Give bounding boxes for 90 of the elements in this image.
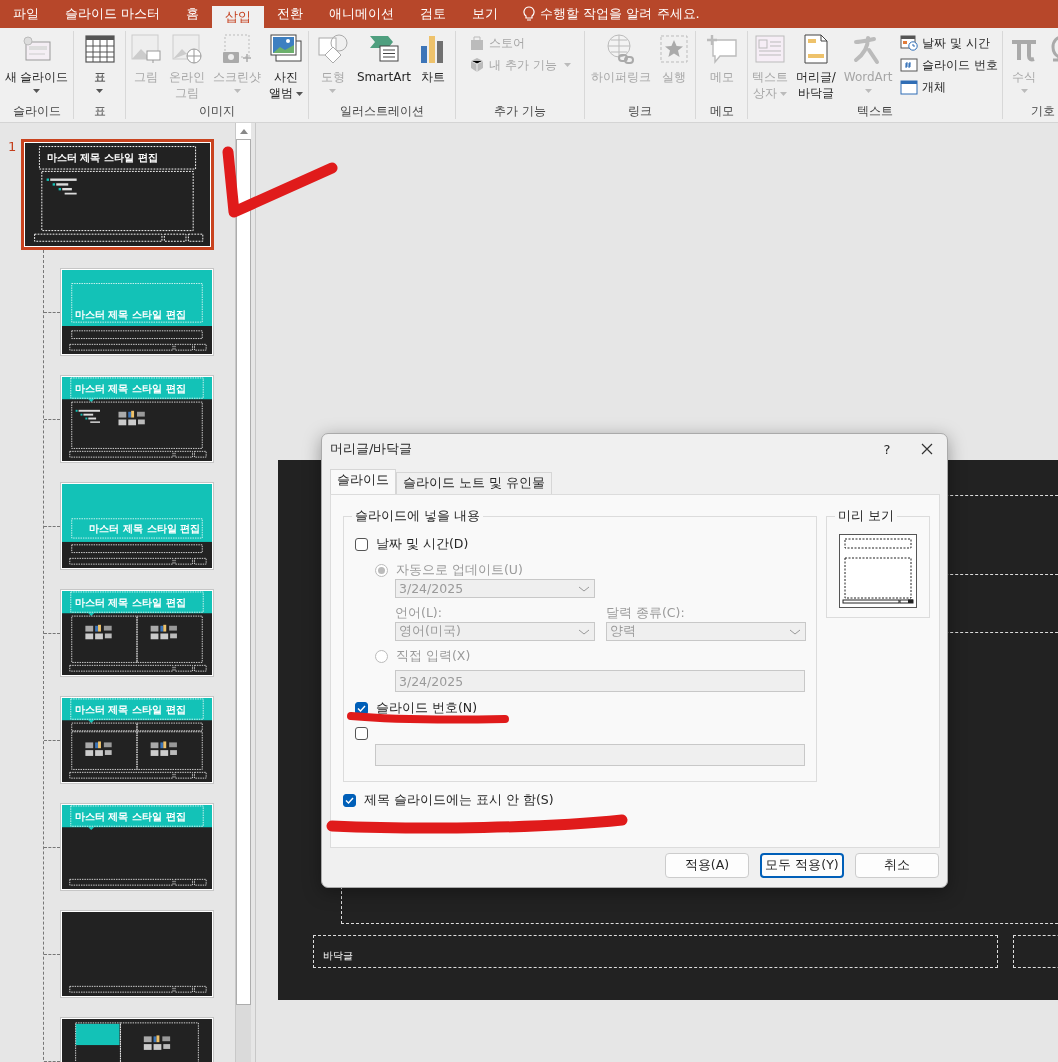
- footer-text: 바닥글: [323, 949, 353, 963]
- ribbon-tab[interactable]: 파일: [0, 0, 52, 28]
- checkbox-label: 슬라이드 번호(N): [376, 699, 478, 717]
- picture-icons-drawing: [85, 741, 112, 756]
- radio-button[interactable]: [375, 563, 388, 577]
- group-label: 추가 기능: [493, 103, 547, 119]
- ribbon-tab[interactable]: 검토: [407, 0, 460, 28]
- group-label: 메모: [708, 103, 735, 119]
- table-icon: [84, 33, 115, 65]
- thumbnail-title: 마스터 제목 스타일 편집: [74, 811, 186, 823]
- thumbnail-title: 마스터 제목 스타일 편집: [74, 704, 186, 716]
- checkbox-label: 날짜 및 시간(D): [376, 535, 469, 553]
- window-icon: [900, 79, 919, 95]
- group-label: 일러스트레이션: [339, 103, 425, 119]
- thumbnail-title: 마스터 제목 스타일 편집: [74, 383, 186, 395]
- close-icon: [921, 443, 933, 455]
- picture-icons-drawing: [85, 624, 112, 640]
- group-label: 슬라이드: [11, 103, 62, 119]
- number-box-icon: [900, 57, 919, 73]
- group-label: 표: [92, 103, 107, 119]
- field-label: 언어(L):: [395, 605, 443, 622]
- ribbon-button[interactable]: 사진 앨범: [266, 31, 306, 103]
- ribbon-small-button[interactable]: 날짜 및 시간: [897, 33, 1002, 53]
- group-label: 기호: [1030, 103, 1056, 119]
- ribbon-small-button[interactable]: 개체: [897, 77, 1002, 97]
- scroll-up-icon[interactable]: [239, 128, 248, 134]
- group-label: 링크: [627, 103, 653, 119]
- dialog-button[interactable]: 모두 적용(Y): [760, 853, 844, 878]
- scrollbar[interactable]: [235, 123, 251, 1062]
- shapes-icon: [316, 33, 349, 65]
- help-button[interactable]: ?: [867, 441, 907, 457]
- picture-icons-drawing: [143, 1035, 171, 1050]
- dialog-tab[interactable]: 슬라이드: [330, 469, 396, 494]
- smartart-icon: [368, 33, 400, 65]
- dialog-button[interactable]: 취소: [855, 853, 939, 878]
- dialog-tab[interactable]: 슬라이드 노트 및 유인물: [396, 472, 552, 494]
- thumbnail-title: 마스터 제목 스타일 편집: [74, 597, 186, 609]
- dialog-button[interactable]: 적용(A): [665, 853, 749, 878]
- ribbon-button[interactable]: 새 슬라이드: [1, 31, 72, 103]
- ribbon-tab[interactable]: 보기: [459, 0, 512, 28]
- ribbon-button[interactable]: 머리글/ 바닥글: [792, 31, 839, 103]
- ribbon-tab[interactable]: 전환: [264, 0, 317, 28]
- group-title: 슬라이드에 넣을 내용: [352, 508, 483, 525]
- checkbox[interactable]: [355, 537, 368, 551]
- checkbox[interactable]: [355, 726, 368, 740]
- ribbon-small-button[interactable]: 슬라이드 번호: [897, 55, 1002, 75]
- comment-icon: [705, 33, 738, 65]
- ribbon-button[interactable]: 차트: [416, 31, 451, 103]
- slide-number: 1: [7, 139, 18, 154]
- thumbnail-title: 마스터 제목 스타일 편집: [46, 151, 159, 164]
- radio-label: 직접 입력(X): [396, 647, 471, 665]
- group-title: 미리 보기: [835, 508, 897, 525]
- ribbon-tab[interactable]: 애니메이션: [316, 0, 408, 28]
- checkbox[interactable]: [343, 793, 356, 807]
- input-field[interactable]: [375, 744, 805, 766]
- thumbnail-title: 마스터 제목 스타일 편집: [74, 309, 186, 321]
- camera-icon: [222, 33, 252, 65]
- check-icon: [357, 704, 366, 712]
- slide-thumbnail[interactable]: [60, 910, 214, 998]
- calendar-clock-icon: [900, 35, 919, 51]
- checkbox-label: 제목 슬라이드에는 표시 안 함(S): [364, 791, 554, 809]
- lightbulb-icon: [523, 6, 536, 22]
- field-label: 달력 종류(C):: [606, 605, 686, 622]
- globe-link-icon: [605, 33, 637, 65]
- ribbon-button[interactable]: 표: [81, 31, 118, 103]
- check-icon: [345, 796, 354, 804]
- photo-album-icon: [270, 33, 302, 65]
- ribbon-tab[interactable]: 홈: [173, 0, 213, 28]
- bullet-list-drawing: [75, 409, 100, 423]
- ribbon-tab[interactable]: 삽입: [212, 6, 265, 28]
- header-footer-icon: [803, 33, 828, 65]
- picture-icons-drawing: [150, 741, 177, 756]
- thumbnail-title: 마스터 제목 스타일 편집: [89, 523, 201, 535]
- ribbon-button[interactable]: SmartArt: [353, 31, 415, 103]
- group-label: 텍스트: [856, 103, 894, 119]
- radio-label: 자동으로 업데이트(U): [396, 561, 523, 579]
- text-box-icon: [754, 33, 785, 65]
- tell-me-field[interactable]: 수행할 작업을 알려 주세요.: [540, 5, 700, 23]
- radio-button[interactable]: [375, 649, 388, 663]
- bullet-list-drawing: [46, 178, 77, 195]
- picture-icon: [131, 33, 161, 65]
- picture-icons-drawing: [150, 624, 177, 640]
- dialog-title: 머리글/바닥글: [330, 440, 414, 458]
- ribbon-tab[interactable]: 슬라이드 마스터: [52, 0, 174, 28]
- cube-icon: [469, 57, 486, 73]
- slide-thumbnail[interactable]: 마스터 제목 스타일 편집: [21, 139, 214, 250]
- picture-icons-drawing: [118, 410, 145, 426]
- globe-picture-icon: [172, 33, 202, 65]
- group-label: 이미지: [198, 103, 236, 119]
- bag-icon: [469, 35, 486, 51]
